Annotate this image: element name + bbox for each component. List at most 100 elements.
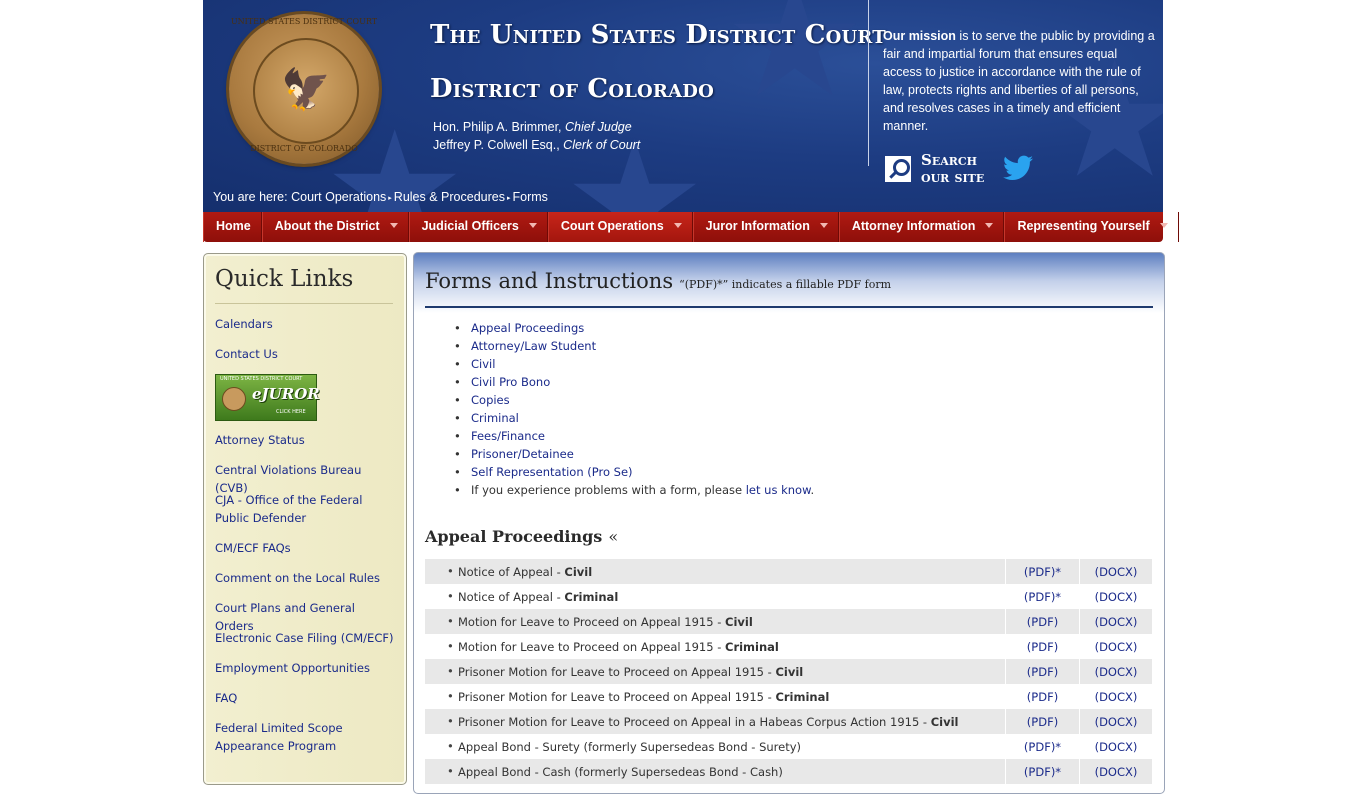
clerk-name: Jeffrey P. Colwell Esq.,: [433, 138, 560, 152]
toc-attorney-law-student[interactable]: Attorney/Law Student: [454, 337, 814, 355]
toc-self-representation[interactable]: Self Representation (Pro Se): [454, 463, 814, 481]
form-name-type: Criminal: [564, 589, 619, 604]
pdf-link[interactable]: (PDF)*: [1005, 734, 1080, 759]
form-name: Notice of Appeal - Criminal: [425, 584, 1006, 609]
nav-attorney-label: Attorney Information: [851, 219, 976, 233]
form-name-text: Motion for Leave to Proceed on Appeal 19…: [458, 614, 725, 629]
pdf-link[interactable]: (PDF)*: [1005, 559, 1080, 584]
nav-representing-label: Representing Yourself: [1017, 219, 1150, 233]
court-officers: Hon. Philip A. Brimmer, Chief Judge Jeff…: [433, 118, 640, 154]
table-row: Motion for Leave to Proceed on Appeal 19…: [425, 609, 1152, 634]
docx-link[interactable]: (DOCX): [1079, 559, 1152, 584]
quick-link-calendars[interactable]: Calendars: [215, 315, 395, 333]
breadcrumb-separator-icon: ▸: [388, 195, 392, 202]
form-name: Appeal Bond - Surety (formerly Supersede…: [425, 734, 1006, 759]
docx-link[interactable]: (DOCX): [1079, 634, 1152, 659]
form-name: Motion for Leave to Proceed on Appeal 19…: [425, 609, 1006, 634]
breadcrumb-prefix: You are here:: [213, 190, 288, 204]
quick-link-comment-local-rules[interactable]: Comment on the Local Rules: [215, 569, 395, 587]
breadcrumb-separator-icon: ▸: [506, 195, 511, 202]
breadcrumb-forms[interactable]: Forms: [512, 190, 547, 204]
main-nav: Home About the District Judicial Officer…: [203, 212, 1179, 242]
breadcrumb-rules-procedures[interactable]: Rules & Procedures: [394, 190, 505, 204]
quick-link-faq[interactable]: FAQ: [215, 689, 395, 707]
search-label-line1: Search: [921, 151, 978, 169]
form-name-type: Civil: [725, 614, 753, 629]
chevron-down-icon: [819, 223, 828, 228]
back-to-top-icon[interactable]: «: [608, 527, 618, 546]
seal-center: 🦅: [253, 38, 359, 144]
star-decoration: ★: [723, 0, 867, 133]
form-name-text: Prisoner Motion for Leave to Proceed on …: [458, 664, 776, 679]
pdf-link[interactable]: (PDF): [1005, 684, 1080, 709]
search-label-line2: our site: [921, 168, 985, 186]
quick-link-attorney-status[interactable]: Attorney Status: [215, 431, 395, 449]
form-name-text: Notice of Appeal -: [458, 564, 565, 579]
form-name-text: Notice of Appeal -: [458, 589, 565, 604]
toc-fees-finance[interactable]: Fees/Finance: [454, 427, 814, 445]
search-site-label: Search our site: [921, 152, 984, 186]
problem-end: .: [810, 483, 815, 497]
form-name-type: Civil: [564, 564, 593, 579]
chief-judge-line: Hon. Philip A. Brimmer, Chief Judge: [433, 118, 640, 136]
seal-text-top: UNITED STATES DISTRICT COURT: [230, 17, 378, 26]
pdf-link[interactable]: (PDF): [1005, 709, 1080, 734]
nav-home[interactable]: Home: [203, 212, 262, 242]
toc-copies[interactable]: Copies: [454, 391, 814, 409]
pdf-link[interactable]: (PDF)*: [1005, 759, 1080, 784]
nav-attorney-information[interactable]: Attorney Information: [838, 212, 1005, 242]
chevron-down-icon: [389, 223, 398, 228]
docx-link[interactable]: (DOCX): [1079, 684, 1152, 709]
pdf-link[interactable]: (PDF): [1005, 659, 1080, 684]
breadcrumb-court-operations[interactable]: Court Operations: [291, 190, 386, 204]
docx-link[interactable]: (DOCX): [1079, 759, 1152, 784]
pdf-link[interactable]: (PDF): [1005, 609, 1080, 634]
quick-link-contact-us[interactable]: Contact Us: [215, 345, 395, 363]
court-title[interactable]: The United States District Court: [430, 20, 886, 50]
pdf-link[interactable]: (PDF): [1005, 634, 1080, 659]
chevron-down-icon: [528, 223, 537, 228]
table-row: Prisoner Motion for Leave to Proceed on …: [425, 709, 1152, 734]
ejuror-label: eJUROR: [252, 385, 320, 403]
ejuror-banner-link[interactable]: UNITED STATES DISTRICT COURT eJUROR CLIC…: [215, 374, 320, 421]
nav-about-the-district[interactable]: About the District: [261, 212, 409, 242]
table-row: Motion for Leave to Proceed on Appeal 19…: [425, 634, 1152, 659]
table-row: Prisoner Motion for Leave to Proceed on …: [425, 684, 1152, 709]
quick-link-employment[interactable]: Employment Opportunities: [215, 659, 395, 677]
docx-link[interactable]: (DOCX): [1079, 659, 1152, 684]
pdf-link[interactable]: (PDF)*: [1005, 584, 1080, 609]
toc-appeal-proceedings[interactable]: Appeal Proceedings: [454, 319, 814, 337]
table-row: Appeal Bond - Cash (formerly Supersedeas…: [425, 759, 1152, 784]
court-seal-logo[interactable]: UNITED STATES DISTRICT COURT 🦅 DISTRICT …: [229, 14, 379, 164]
toc-criminal[interactable]: Criminal: [454, 409, 814, 427]
docx-link[interactable]: (DOCX): [1079, 734, 1152, 759]
quick-link-cja[interactable]: CJA - Office of the Federal Public Defen…: [215, 491, 375, 527]
docx-link[interactable]: (DOCX): [1079, 609, 1152, 634]
form-name-type: Civil: [775, 664, 804, 679]
nav-court-operations[interactable]: Court Operations: [547, 212, 693, 242]
toc-civil[interactable]: Civil: [454, 355, 814, 373]
mission-statement: Our mission is to serve the public by pr…: [883, 27, 1155, 135]
form-name-text: Appeal Bond - Surety (formerly Supersede…: [458, 739, 802, 754]
form-name-type: Criminal: [725, 639, 779, 654]
nav-judicial-officers[interactable]: Judicial Officers: [408, 212, 548, 242]
nav-representing-yourself[interactable]: Representing Yourself: [1004, 212, 1179, 242]
docx-link[interactable]: (DOCX): [1079, 709, 1152, 734]
docx-link[interactable]: (DOCX): [1079, 584, 1152, 609]
let-us-know-link[interactable]: let us know: [746, 483, 811, 497]
search-site-button[interactable]: Search our site: [885, 152, 984, 186]
toc-civil-pro-bono[interactable]: Civil Pro Bono: [454, 373, 814, 391]
section-title-appeal-proceedings: Appeal Proceedings «: [425, 527, 618, 546]
nav-juror-information[interactable]: Juror Information: [692, 212, 839, 242]
forms-category-list: Appeal Proceedings Attorney/Law Student …: [454, 319, 815, 499]
quick-link-electronic-filing[interactable]: Electronic Case Filing (CM/ECF): [215, 629, 395, 647]
quick-link-cmecf-faqs[interactable]: CM/ECF FAQs: [215, 539, 395, 557]
toc-prisoner-detainee[interactable]: Prisoner/Detainee: [454, 445, 814, 463]
clerk-role: Clerk of Court: [563, 138, 641, 152]
quick-link-limited-scope[interactable]: Federal Limited Scope Appearance Program: [215, 719, 355, 755]
ejuror-court-text: UNITED STATES DISTRICT COURT: [220, 376, 303, 382]
district-title[interactable]: District of Colorado: [430, 74, 714, 104]
form-name: Motion for Leave to Proceed on Appeal 19…: [425, 634, 1006, 659]
nav-court-ops-label: Court Operations: [560, 219, 664, 233]
twitter-icon[interactable]: [1003, 155, 1033, 181]
